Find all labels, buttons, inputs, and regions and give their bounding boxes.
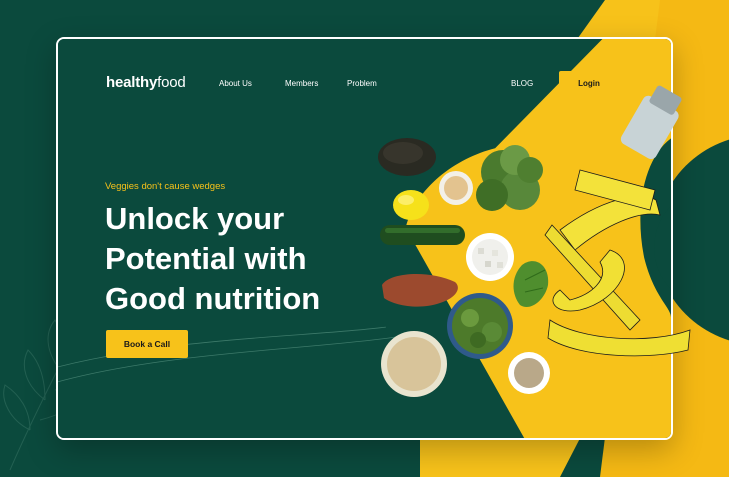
- hero-tagline: Veggies don't cause wedges: [105, 181, 226, 192]
- brand-name-bold: healthy: [106, 74, 158, 91]
- sweet-potato-image: [382, 274, 458, 307]
- salad-leaf-image: [513, 261, 549, 308]
- hero-headline: Unlock your Potential with Good nutritio…: [105, 199, 365, 319]
- nav-about-us[interactable]: About Us: [219, 79, 252, 88]
- login-button[interactable]: Login: [559, 71, 619, 95]
- seed-bowl-image: [508, 352, 550, 394]
- lemon-image: [393, 190, 429, 220]
- brand-name-light: food: [157, 74, 186, 91]
- measuring-tape-image: [544, 169, 691, 357]
- quinoa-bowl-image: [381, 331, 447, 397]
- brand-logo[interactable]: healthyfood: [106, 74, 186, 91]
- nav-blog[interactable]: BLOG: [511, 79, 533, 88]
- shaker-image: [620, 85, 682, 160]
- headline-line-1: Unlock your: [105, 201, 285, 236]
- avocado-image: [378, 138, 436, 176]
- feta-bowl-image: [466, 233, 514, 281]
- nav-problem[interactable]: Problem: [347, 79, 377, 88]
- broccoli-image: [476, 145, 543, 211]
- herb-bowl-image: [447, 293, 513, 359]
- nav-members[interactable]: Members: [285, 79, 318, 88]
- book-a-call-button[interactable]: Book a Call: [106, 330, 188, 358]
- headline-line-2: Potential with: [105, 241, 307, 276]
- headline-line-3: Good nutrition: [105, 281, 321, 316]
- cucumber-image: [380, 225, 465, 245]
- sauce-bowl-image: [439, 171, 473, 205]
